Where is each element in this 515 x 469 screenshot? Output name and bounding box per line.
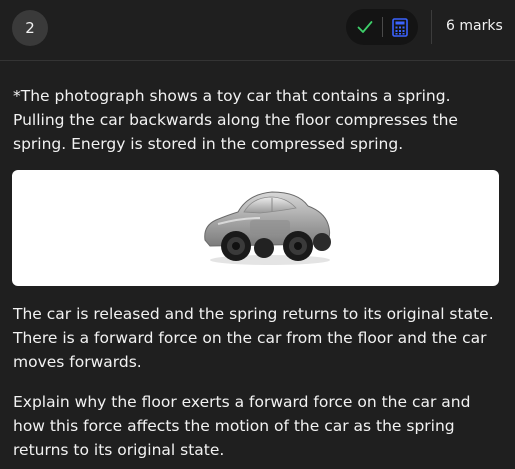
- question-prompt: Explain why the floor exerts a forward f…: [13, 393, 471, 459]
- calculator-icon[interactable]: [389, 16, 411, 38]
- question-intro: *The photograph shows a toy car that con…: [13, 87, 458, 153]
- question-number: 2: [25, 19, 35, 37]
- question-number-badge: 2: [12, 10, 48, 46]
- header-rule: [0, 60, 515, 61]
- tools-toggle[interactable]: [346, 9, 418, 45]
- marks-label: 6 marks: [446, 18, 503, 34]
- release-description: The car is released and the spring retur…: [13, 305, 494, 371]
- toy-car-image: [204, 191, 331, 265]
- toy-car-photograph: [12, 170, 499, 286]
- header-divider: [431, 10, 432, 44]
- check-icon[interactable]: [354, 16, 376, 38]
- tools-divider: [381, 17, 383, 37]
